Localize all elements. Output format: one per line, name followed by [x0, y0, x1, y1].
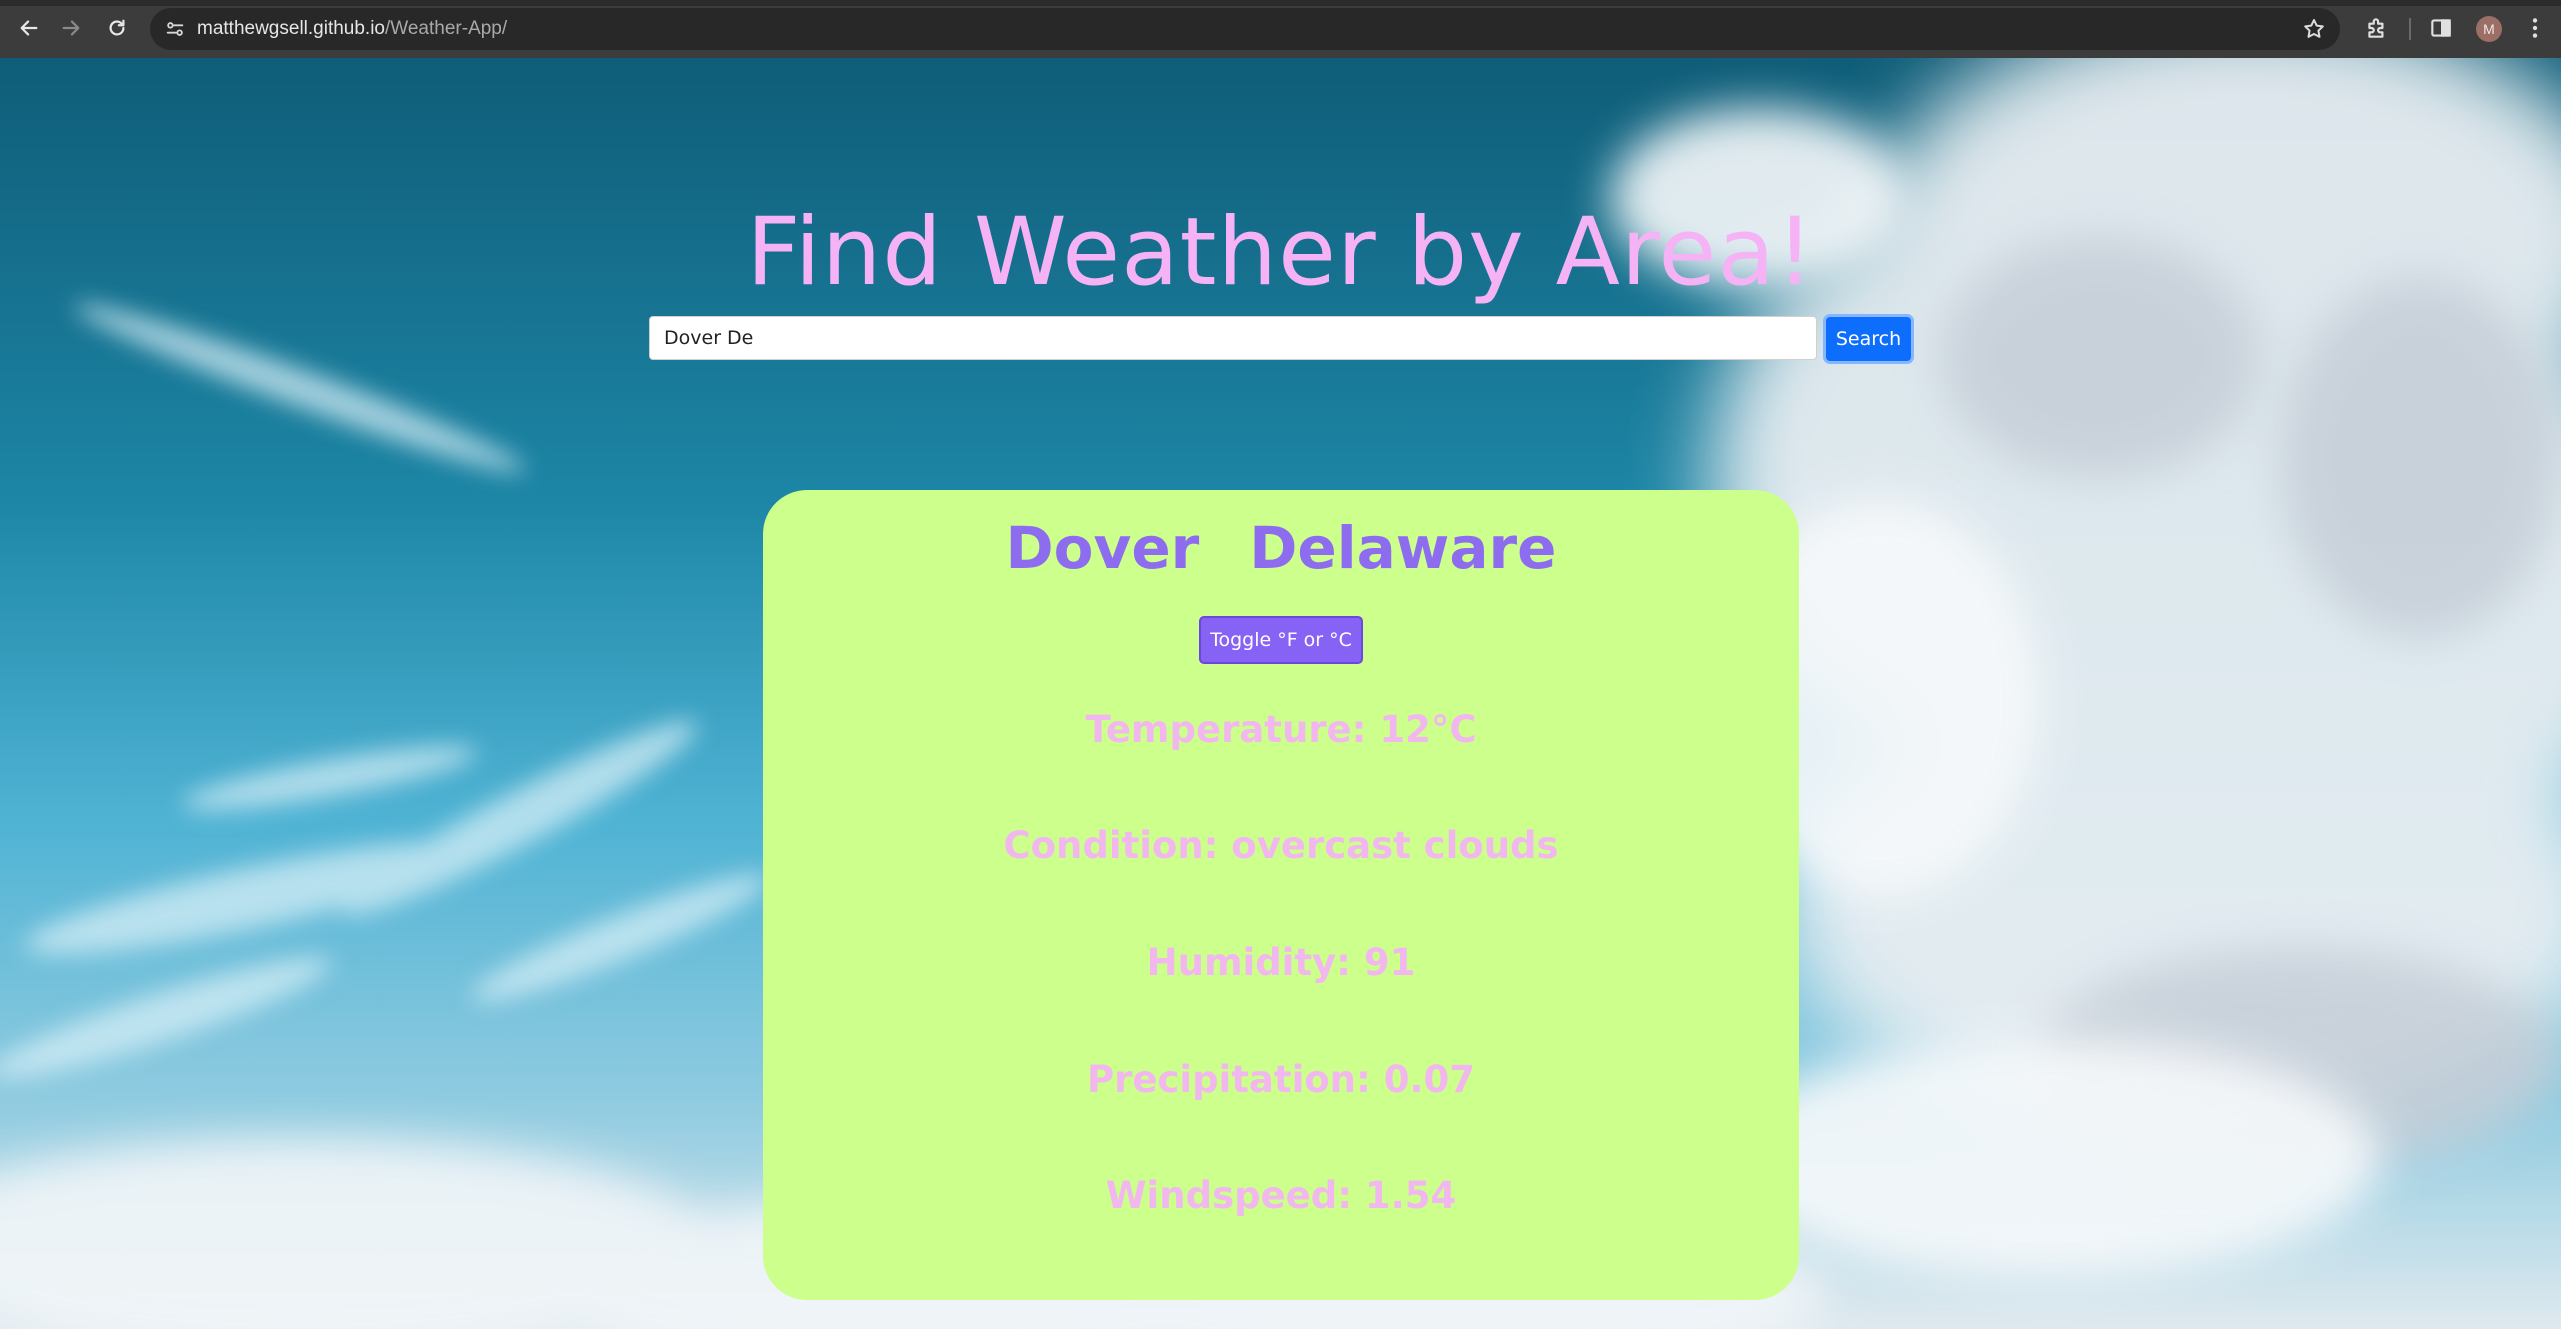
avatar[interactable]: M	[2476, 16, 2502, 42]
precipitation-stat: Precipitation: 0.07	[1087, 1058, 1475, 1101]
region-name: Delaware	[1249, 514, 1557, 582]
url-host: matthewgsell.github.io	[197, 18, 385, 39]
site-settings-icon[interactable]	[164, 18, 186, 40]
condition-stat: Condition: overcast clouds	[1003, 824, 1559, 867]
back-button[interactable]	[16, 15, 42, 41]
reload-icon	[109, 19, 125, 36]
side-panel-icon[interactable]	[2428, 15, 2454, 41]
weather-card: Dover Delaware Toggle °F or °C Temperatur…	[763, 490, 1799, 1300]
page-viewport: Find Weather by Area! Search Dover Delawa…	[0, 58, 2561, 1329]
browser-toolbar: matthewgsell.github.io/Weather-App/ M	[0, 0, 2561, 58]
url-path: /Weather-App/	[385, 18, 508, 39]
arrow-left-icon	[20, 20, 38, 36]
toolbar-divider	[2409, 18, 2411, 40]
kebab-menu-icon[interactable]	[2522, 15, 2548, 41]
temperature-stat: Temperature: 12°C	[1085, 708, 1477, 751]
search-button[interactable]: Search	[1823, 314, 1914, 364]
url-text[interactable]: matthewgsell.github.io/Weather-App/	[197, 8, 507, 50]
forward-button[interactable]	[58, 15, 84, 41]
search-input[interactable]	[649, 316, 1817, 360]
address-bar[interactable]: matthewgsell.github.io/Weather-App/	[150, 8, 2340, 50]
reload-button[interactable]	[104, 15, 130, 41]
tab-strip	[0, 0, 2561, 6]
location-heading: Dover Delaware	[763, 514, 1799, 582]
city-name: Dover	[1005, 514, 1200, 582]
windspeed-stat: Windspeed: 1.54	[1105, 1174, 1457, 1217]
humidity-stat: Humidity: 91	[1146, 941, 1416, 984]
star-icon[interactable]	[2302, 17, 2326, 41]
arrow-right-icon	[62, 20, 80, 36]
unit-toggle-button[interactable]: Toggle °F or °C	[1199, 616, 1363, 664]
page-title: Find Weather by Area!	[746, 198, 1815, 307]
puzzle-icon[interactable]	[2364, 15, 2390, 41]
